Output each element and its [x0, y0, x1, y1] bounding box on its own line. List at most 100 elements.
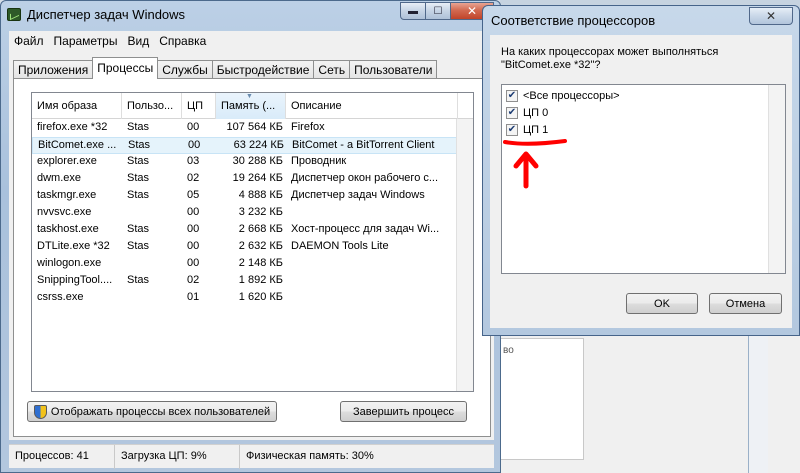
cell-cpu: 00	[187, 240, 200, 252]
cell-name: taskhost.exe	[37, 223, 99, 235]
menu-options[interactable]: Параметры	[49, 34, 123, 48]
annotation-arrow-icon	[513, 151, 539, 189]
table-row[interactable]: DTLite.exe *32 Stas 00 2 632 КБ DAEMON Tools…	[32, 239, 458, 256]
cell-user: Stas	[127, 121, 150, 133]
tab-users[interactable]: Пользователи	[349, 60, 438, 79]
cell-user: Stas	[127, 189, 150, 201]
background-document: во	[500, 338, 584, 460]
table-row[interactable]: SnippingTool.... Stas 02 1 892 КБ	[32, 273, 458, 290]
cell-memory: 4 888 КБ	[238, 189, 283, 201]
window-body: Приложения Процессы Службы Быстродействи…	[9, 51, 494, 440]
cell-name: nvvsvc.exe	[37, 206, 92, 218]
cell-name: dwm.exe	[37, 172, 82, 184]
process-table[interactable]: Имя образа Пользо... ЦП ▼ Память (... Оп…	[31, 92, 474, 392]
column-header-name[interactable]: Имя образа	[32, 93, 122, 119]
caption-buttons: ▬ ☐ ✕	[400, 2, 494, 20]
task-manager-icon	[7, 8, 21, 21]
show-all-users-button[interactable]: Отображать процессы всех пользователей	[27, 401, 277, 422]
cell-name: explorer.exe	[37, 155, 97, 167]
sort-descending-icon: ▼	[246, 93, 253, 100]
task-manager-window: Диспетчер задач Windows ▬ ☐ ✕ Файл Парам…	[0, 0, 501, 473]
table-row[interactable]: BitComet.exe ... Stas 00 63 224 КБ BitComet …	[32, 137, 458, 154]
background-fragment-text: во	[503, 345, 514, 356]
status-processes: Процессов: 41	[9, 445, 115, 469]
end-process-button[interactable]: Завершить процесс	[340, 401, 467, 422]
column-header-description[interactable]: Описание	[286, 93, 458, 119]
table-header: Имя образа Пользо... ЦП ▼ Память (... Оп…	[32, 93, 473, 119]
background-scroll-strip	[748, 330, 768, 473]
title-bar[interactable]: Диспетчер задач Windows ▬ ☐ ✕	[1, 1, 500, 29]
cancel-button[interactable]: Отмена	[709, 293, 782, 314]
cell-name: taskmgr.exe	[37, 189, 97, 201]
table-row[interactable]: explorer.exe Stas 03 30 288 КБ Проводник	[32, 154, 458, 171]
cell-memory: 19 264 КБ	[232, 172, 283, 184]
uac-shield-icon	[33, 404, 47, 419]
processor-item-label: <Все процессоры>	[523, 90, 620, 102]
table-row[interactable]: firefox.exe *32 Stas 00 107 564 КБ Firefox	[32, 120, 458, 137]
cell-description: BitComet - a BitTorrent Client	[292, 139, 435, 151]
tab-applications[interactable]: Приложения	[13, 60, 94, 79]
processor-list-scrollbar[interactable]	[768, 85, 785, 273]
cell-description: Проводник	[291, 155, 347, 167]
cell-cpu: 00	[188, 139, 201, 151]
cell-memory: 1 892 КБ	[238, 274, 283, 286]
dialog-close-button[interactable]: ✕	[749, 7, 793, 25]
cell-memory: 2 668 КБ	[238, 223, 283, 235]
cell-cpu: 02	[187, 274, 200, 286]
column-header-memory[interactable]: ▼ Память (...	[216, 93, 286, 119]
tab-performance[interactable]: Быстродействие	[211, 60, 315, 79]
cell-memory: 63 224 КБ	[233, 139, 284, 151]
cell-memory: 2 148 КБ	[238, 257, 283, 269]
cell-user: Stas	[128, 139, 151, 151]
status-cpu-load: Загрузка ЦП: 9%	[115, 445, 240, 469]
menu-view[interactable]: Вид	[122, 34, 154, 48]
table-row[interactable]: taskmgr.exe Stas 05 4 888 КБ Диспетчер задач…	[32, 188, 458, 205]
table-row[interactable]: nvvsvc.exe 00 3 232 КБ	[32, 205, 458, 222]
cell-name: SnippingTool....	[37, 274, 113, 286]
maximize-button[interactable]: ☐	[425, 2, 451, 20]
dialog-prompt: На каких процессорах может выполняться "…	[501, 46, 719, 71]
menu-file[interactable]: Файл	[9, 34, 49, 48]
cell-cpu: 01	[187, 291, 200, 303]
cell-description: Диспетчер задач Windows	[291, 189, 425, 201]
cell-name: csrss.exe	[37, 291, 84, 303]
minimize-button[interactable]: ▬	[400, 2, 426, 20]
menu-help[interactable]: Справка	[154, 34, 211, 48]
processor-item-cpu0[interactable]: ✔ ЦП 0	[506, 105, 548, 121]
cell-cpu: 03	[187, 155, 200, 167]
tab-strip: Приложения Процессы Службы Быстродействи…	[13, 57, 438, 79]
cell-cpu: 02	[187, 172, 200, 184]
status-physical-memory: Физическая память: 30%	[246, 450, 374, 462]
processor-item-label: ЦП 0	[523, 107, 549, 119]
cell-memory: 1 620 КБ	[238, 291, 283, 303]
cell-user: Stas	[127, 274, 150, 286]
cell-user: Stas	[127, 155, 150, 167]
window-title: Диспетчер задач Windows	[27, 7, 186, 22]
table-row[interactable]: csrss.exe 01 1 620 КБ	[32, 290, 458, 307]
annotation-underline	[503, 139, 567, 146]
tab-processes[interactable]: Процессы	[92, 57, 159, 79]
cell-name: DTLite.exe *32	[37, 240, 110, 252]
cell-description: Диспетчер окон рабочего с...	[291, 172, 439, 184]
checkbox-cpu0[interactable]: ✔	[506, 107, 518, 119]
ok-button[interactable]: OK	[626, 293, 698, 314]
processor-item-all[interactable]: ✔ <Все процессоры>	[506, 88, 620, 104]
cell-description: DAEMON Tools Lite	[291, 240, 389, 252]
menu-bar: Файл Параметры Вид Справка	[9, 31, 494, 51]
tab-services[interactable]: Службы	[157, 60, 213, 79]
tab-network[interactable]: Сеть	[313, 60, 351, 79]
cell-memory: 2 632 КБ	[238, 240, 283, 252]
table-row[interactable]: dwm.exe Stas 02 19 264 КБ Диспетчер окон раб…	[32, 171, 458, 188]
cell-name: BitComet.exe ...	[38, 139, 117, 151]
checkbox-cpu1[interactable]: ✔	[506, 124, 518, 136]
table-row[interactable]: winlogon.exe 00 2 148 КБ	[32, 256, 458, 273]
table-scrollbar[interactable]	[456, 119, 473, 391]
column-header-memory-label: Память (...	[221, 100, 276, 112]
cell-cpu: 00	[187, 257, 200, 269]
checkbox-all-processors[interactable]: ✔	[506, 90, 518, 102]
column-header-user[interactable]: Пользо...	[122, 93, 182, 119]
column-header-cpu[interactable]: ЦП	[182, 93, 216, 119]
table-row[interactable]: taskhost.exe Stas 00 2 668 КБ Хост-процесс д…	[32, 222, 458, 239]
cell-memory: 3 232 КБ	[238, 206, 283, 218]
cell-user: Stas	[127, 172, 150, 184]
